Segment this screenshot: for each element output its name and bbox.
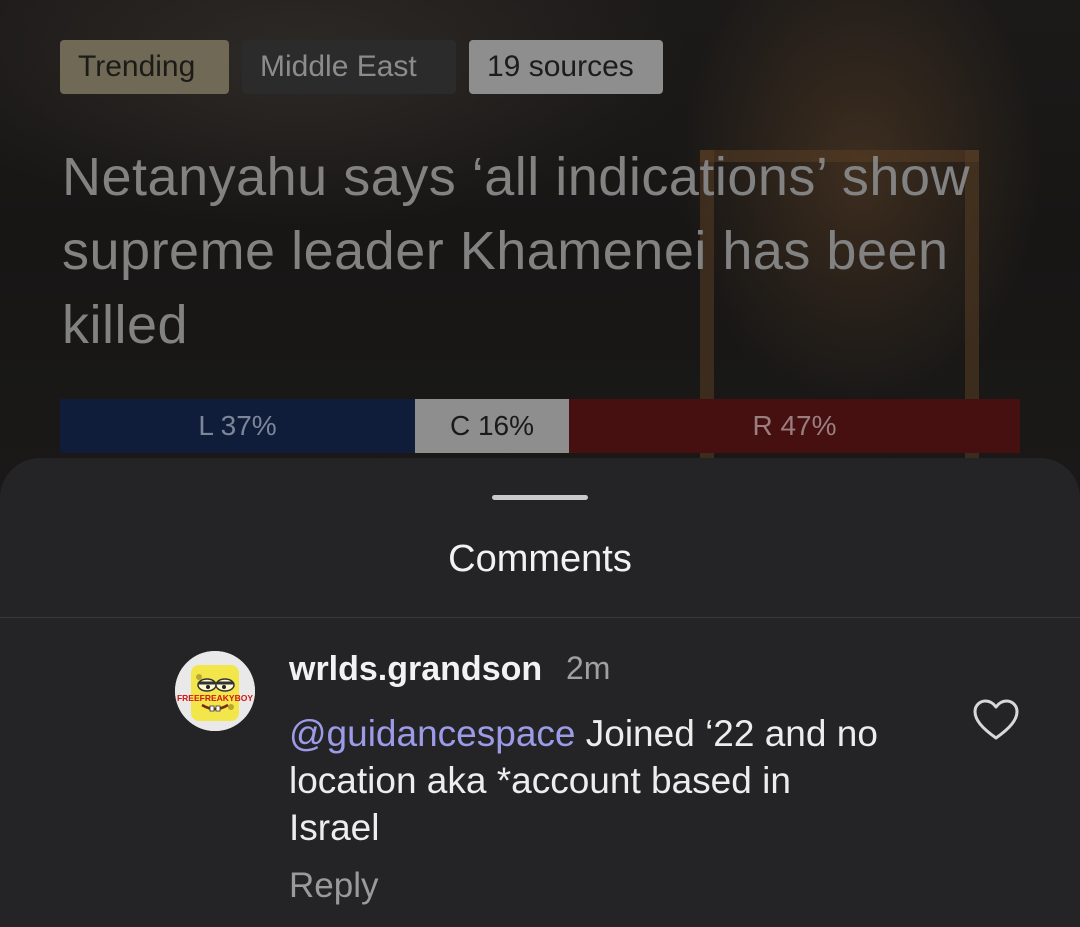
heart-icon bbox=[973, 699, 1019, 740]
comment-body: @guidancespace Joined ‘22 and no locatio… bbox=[289, 710, 889, 851]
comment-author[interactable]: wrlds.grandson bbox=[289, 650, 542, 689]
divider bbox=[0, 617, 1080, 618]
comments-title: Comments bbox=[448, 538, 632, 580]
like-button[interactable] bbox=[972, 698, 1020, 742]
comment-timestamp: 2m bbox=[566, 650, 611, 686]
bias-left-segment: L 37% bbox=[60, 399, 415, 453]
spongebob-avatar-icon: FREEFREAKYBOY bbox=[175, 651, 255, 731]
bias-center-segment: C 16% bbox=[415, 399, 569, 453]
story-hero-image: Trending Middle East 19 sources Netanyah… bbox=[0, 0, 1080, 520]
comments-sheet: Comments FREEFREAKYBOY wrlds.grandson 2m… bbox=[0, 458, 1080, 927]
story-headline[interactable]: Netanyahu says ‘all indications’ show su… bbox=[62, 140, 1042, 362]
tag-trending[interactable]: Trending bbox=[60, 40, 229, 94]
svg-text:FREEFREAKYBOY: FREEFREAKYBOY bbox=[177, 693, 253, 703]
bias-right-segment: R 47% bbox=[569, 399, 1020, 453]
tag-sources[interactable]: 19 sources bbox=[469, 40, 663, 94]
avatar[interactable]: FREEFREAKYBOY bbox=[175, 651, 255, 731]
tag-region[interactable]: Middle East bbox=[242, 40, 456, 94]
sheet-drag-handle[interactable] bbox=[492, 495, 588, 500]
bias-distribution-bar[interactable]: L 37% C 16% R 47% bbox=[60, 399, 1020, 453]
user-mention-link[interactable]: @guidancespace bbox=[289, 713, 575, 754]
reply-button[interactable]: Reply bbox=[289, 866, 378, 906]
